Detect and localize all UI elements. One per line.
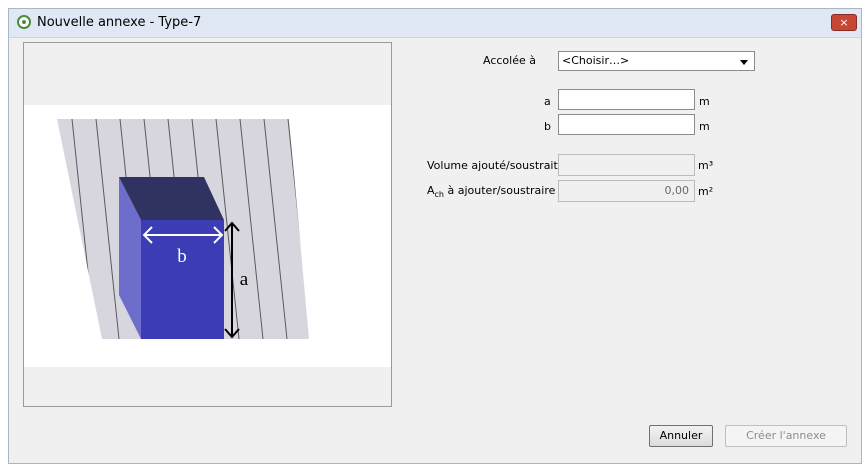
ach-label-rest: à ajouter/soustraire <box>444 184 556 197</box>
b-label: b <box>544 120 551 133</box>
attached-label: Accolée à <box>483 54 536 67</box>
attached-select-value: <Choisir…> <box>562 54 630 67</box>
annex-illustration: b a <box>57 119 309 339</box>
a-input[interactable] <box>558 89 695 110</box>
height-label: a <box>240 269 249 290</box>
ach-label-sub: ch <box>434 190 444 200</box>
create-annex-button[interactable]: Créer l'annexe <box>725 425 847 447</box>
app-icon <box>17 15 31 29</box>
a-label: a <box>544 95 551 108</box>
ach-label-main: A <box>427 184 435 197</box>
close-button[interactable]: × <box>831 14 857 31</box>
cancel-button[interactable]: Annuler <box>649 425 713 447</box>
ach-label: Ach à ajouter/soustraire <box>427 184 555 199</box>
volume-field <box>558 154 695 176</box>
volume-unit: m³ <box>698 159 714 172</box>
b-input[interactable] <box>558 114 695 135</box>
title-bar: Nouvelle annexe - Type-7 × <box>9 9 861 38</box>
a-unit: m <box>699 95 710 108</box>
attached-select[interactable]: <Choisir…> <box>558 51 755 71</box>
ach-field: 0,00 <box>558 180 695 202</box>
volume-label: Volume ajouté/soustrait <box>427 159 558 172</box>
annex-preview-panel: b a <box>23 42 392 407</box>
width-label: b <box>177 246 187 267</box>
chevron-down-icon <box>740 60 748 65</box>
window-title: Nouvelle annexe - Type-7 <box>37 15 202 30</box>
dialog-window: Nouvelle annexe - Type-7 × b a Accolée à… <box>8 8 862 464</box>
annex-box-front <box>141 220 224 339</box>
b-unit: m <box>699 120 710 133</box>
ach-unit: m² <box>698 185 714 198</box>
annex-illustration-area: b a <box>24 105 391 367</box>
